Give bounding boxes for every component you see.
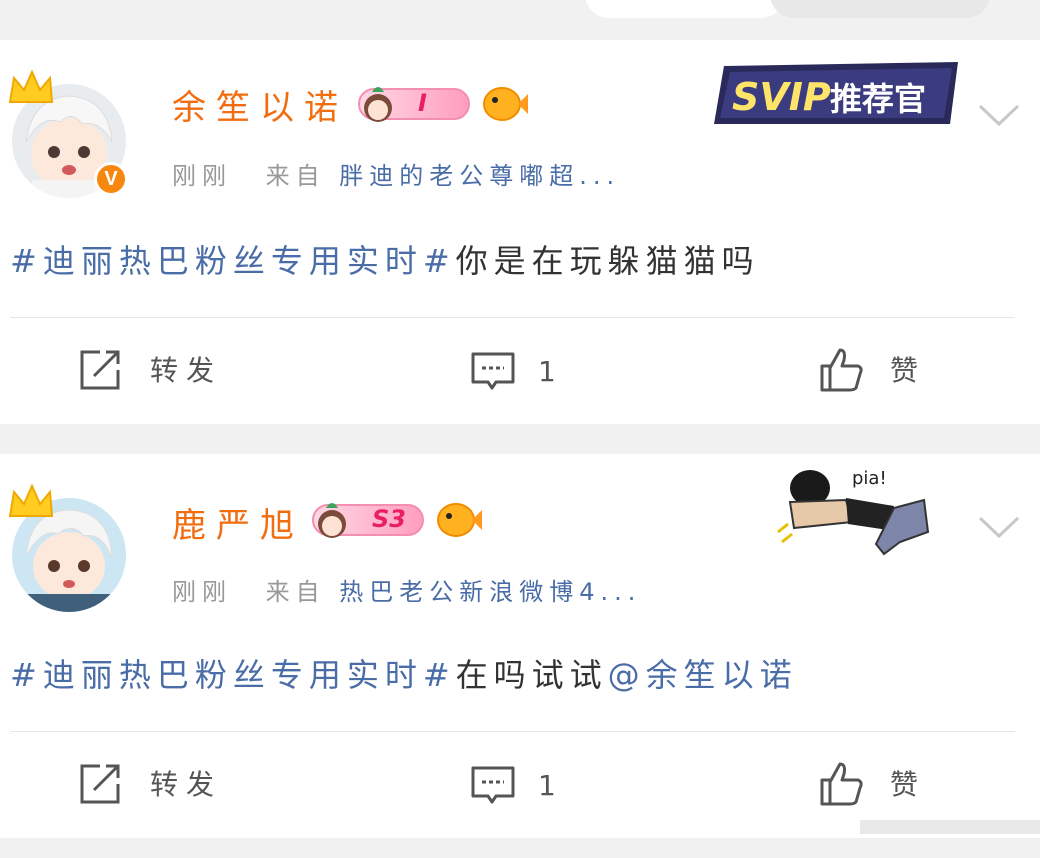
like-label: 赞	[890, 354, 927, 387]
repost-icon	[80, 764, 120, 804]
divider	[10, 317, 1015, 318]
comment-count: 1	[538, 354, 564, 388]
chevron-down-icon[interactable]	[978, 102, 1020, 128]
chevron-down-icon[interactable]	[978, 514, 1020, 540]
post-time: 刚刚	[172, 578, 232, 606]
post-content: #迪丽热巴粉丝专用实时#在吗试试@余笙以诺	[10, 650, 798, 696]
post-text: 你是在玩躲猫猫吗	[455, 242, 760, 280]
comment-button[interactable]: 1	[470, 762, 564, 808]
divider	[10, 731, 1015, 732]
hashtag-link[interactable]: #迪丽热巴粉丝专用实时#	[10, 242, 456, 280]
sticker-text: pia!	[852, 468, 887, 489]
comment-icon	[471, 352, 515, 390]
feed-post: V 余笙以诺 I SVIP 推荐官 刚刚 来自 胖迪的老公尊嘟超... #迪丽热…	[0, 40, 1040, 424]
repost-button[interactable]: 转发	[78, 760, 222, 806]
avatar[interactable]: V	[6, 68, 134, 198]
post-source[interactable]: 胖迪的老公尊嘟超...	[339, 162, 620, 190]
post-content: #迪丽热巴粉丝专用实时#你是在玩躲猫猫吗	[10, 236, 760, 282]
username[interactable]: 鹿严旭	[172, 498, 304, 547]
crown-icon	[8, 483, 54, 517]
tab-pill-secondary[interactable]	[770, 0, 990, 18]
like-button[interactable]: 赞	[818, 760, 926, 806]
comment-icon	[471, 766, 515, 804]
post-meta: 刚刚 来自 胖迪的老公尊嘟超...	[172, 156, 620, 191]
verified-v-icon: V	[94, 162, 128, 196]
tab-pill[interactable]	[585, 0, 785, 18]
post-meta: 刚刚 来自 热巴老公新浪微博4...	[172, 572, 641, 607]
comment-count: 1	[538, 768, 564, 802]
top-bar	[0, 0, 1040, 40]
repost-label: 转发	[150, 354, 223, 387]
like-label: 赞	[890, 768, 927, 801]
level-badge[interactable]: S3	[312, 503, 424, 538]
avatar[interactable]	[6, 482, 134, 612]
bottom-bar	[0, 838, 1040, 858]
repost-button[interactable]: 转发	[78, 346, 222, 392]
post-text: 在吗试试	[455, 656, 608, 694]
from-label: 来自	[265, 578, 326, 606]
mention-link[interactable]: @余笙以诺	[608, 656, 798, 694]
like-button[interactable]: 赞	[818, 346, 926, 392]
watermark-dots	[860, 820, 1040, 834]
repost-icon	[80, 350, 120, 390]
from-label: 来自	[265, 162, 326, 190]
crown-icon	[8, 69, 54, 103]
level-text: S3	[372, 505, 406, 533]
repost-label: 转发	[150, 768, 223, 801]
post-source[interactable]: 热巴老公新浪微博4...	[339, 578, 641, 606]
level-badge[interactable]: I	[358, 87, 470, 122]
svg-text:SVIP: SVIP	[732, 75, 831, 119]
comment-button[interactable]: 1	[470, 348, 564, 394]
feed-post: 鹿严旭 S3 pia! 刚刚 来自 热巴老公新浪微博4... #迪丽热巴粉丝专用…	[0, 454, 1040, 838]
username[interactable]: 余笙以诺	[172, 80, 348, 129]
post-time: 刚刚	[172, 162, 232, 190]
fish-icon	[437, 503, 482, 537]
like-icon	[820, 348, 863, 392]
level-text: I	[418, 89, 427, 117]
like-icon	[820, 762, 863, 806]
fish-icon	[483, 87, 528, 121]
hashtag-link[interactable]: #迪丽热巴粉丝专用实时#	[10, 656, 456, 694]
pia-sticker: pia!	[776, 462, 936, 562]
svg-text:推荐官: 推荐官	[830, 80, 926, 118]
svip-recommender-badge[interactable]: SVIP 推荐官	[712, 58, 960, 128]
doll-icon	[318, 503, 346, 538]
doll-icon	[364, 87, 392, 122]
